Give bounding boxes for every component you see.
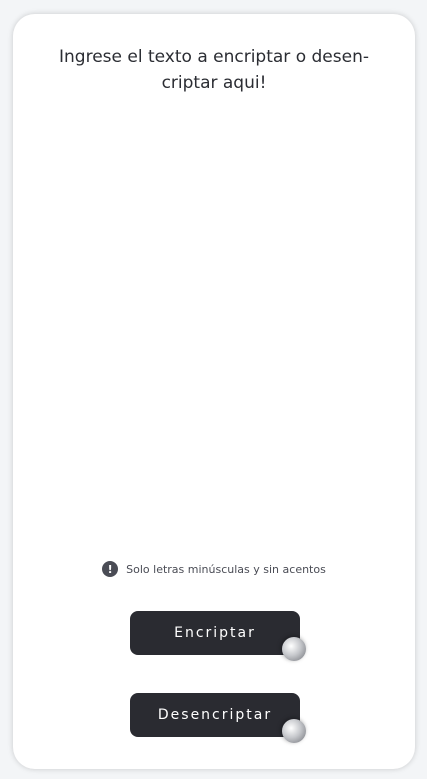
button-knob (282, 637, 306, 661)
encryptor-card: ! Solo letras minúsculas y sin acentos E… (13, 14, 415, 769)
notice-row: ! Solo letras minúsculas y sin acentos (13, 561, 415, 577)
encrypt-button-label: Encriptar (174, 625, 256, 641)
text-input-area[interactable] (53, 44, 375, 524)
decrypt-button-label: Desencriptar (157, 707, 273, 723)
notice-text: Solo letras minúsculas y sin acentos (126, 562, 326, 576)
button-knob (282, 719, 306, 743)
encrypt-button[interactable]: Encriptar (130, 611, 306, 661)
decrypt-button[interactable]: Desencriptar (130, 693, 306, 743)
info-icon: ! (102, 561, 119, 577)
